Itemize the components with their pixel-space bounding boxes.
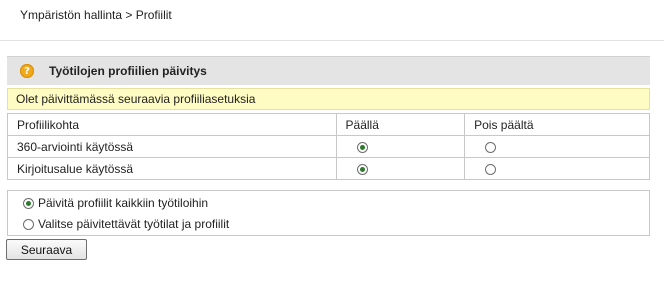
notice-bar: Olet päivittämässä seuraavia profiiliase… <box>7 88 650 110</box>
breadcrumb: Ympäristön hallinta > Profiilit <box>20 8 172 22</box>
radio-select-workspaces[interactable] <box>23 218 34 230</box>
divider <box>0 40 664 41</box>
row-label: Kirjoitusalue käytössä <box>7 157 337 180</box>
column-header-on: Päällä <box>335 113 466 136</box>
apply-option-all[interactable]: Päivitä profiilit kaikkiin työtiloihin <box>23 196 208 210</box>
panel-header: ? Työtilojen profiilien päivitys <box>7 56 650 85</box>
column-header-profile-item: Profiilikohta <box>7 113 337 136</box>
panel-title: Työtilojen profiilien päivitys <box>49 64 207 78</box>
apply-option-label: Valitse päivitettävät työtilat ja profii… <box>38 217 230 231</box>
next-button[interactable]: Seuraava <box>6 239 87 260</box>
table-row: 360-arviointi käytössä <box>7 135 650 158</box>
radio-360-off[interactable] <box>485 141 497 153</box>
radio-update-all[interactable] <box>23 197 34 209</box>
help-icon[interactable]: ? <box>20 64 34 78</box>
radio-360-on[interactable] <box>356 141 368 153</box>
table-header-row: Profiilikohta Päällä Pois päältä <box>7 113 650 136</box>
radio-writing-area-off[interactable] <box>485 163 497 175</box>
column-header-off: Pois päältä <box>464 113 650 136</box>
table-row: Kirjoitusalue käytössä <box>7 157 650 180</box>
apply-option-label: Päivitä profiilit kaikkiin työtiloihin <box>38 196 209 210</box>
row-label: 360-arviointi käytössä <box>7 135 337 158</box>
profile-settings-table: Profiilikohta Päällä Pois päältä 360-arv… <box>7 113 650 180</box>
radio-writing-area-on[interactable] <box>356 163 368 175</box>
apply-scope-box: Päivitä profiilit kaikkiin työtiloihin V… <box>7 190 650 236</box>
notice-text: Olet päivittämässä seuraavia profiiliase… <box>16 92 256 106</box>
apply-option-select[interactable]: Valitse päivitettävät työtilat ja profii… <box>23 217 229 231</box>
